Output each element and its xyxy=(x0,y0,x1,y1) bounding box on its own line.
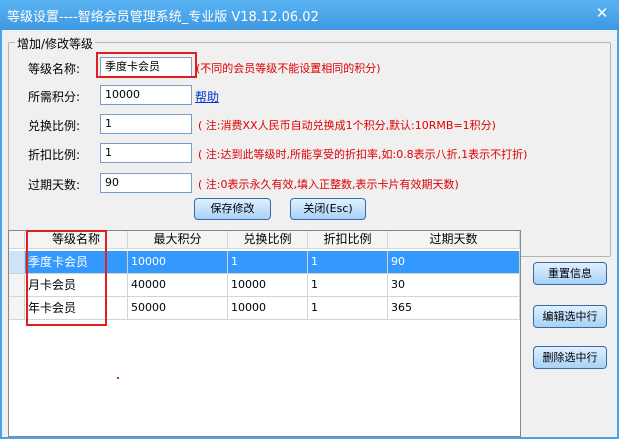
table-cell[interactable]: 50000 xyxy=(128,297,228,320)
row-indicator[interactable] xyxy=(9,297,25,320)
close-icon[interactable]: ✕ xyxy=(593,4,611,22)
table-cell[interactable]: 10000 xyxy=(228,274,308,297)
row-indicator[interactable] xyxy=(9,251,25,274)
table-cell[interactable]: 40000 xyxy=(128,274,228,297)
required-points-input[interactable]: 10000 xyxy=(100,85,192,105)
annotation-highlight-box xyxy=(96,52,197,78)
column-header[interactable]: 过期天数 xyxy=(388,231,520,249)
column-header[interactable]: 兑换比例 xyxy=(228,231,308,249)
close-button[interactable]: 关闭(Esc) xyxy=(290,198,366,220)
exchange-ratio-input[interactable]: 1 xyxy=(100,114,192,134)
groupbox-title: 增加/修改等级 xyxy=(15,35,96,52)
table-cell[interactable]: 10000 xyxy=(228,297,308,320)
discount-ratio-hint: ( 注:达到此等级时,所能享受的折扣率,如:0.8表示八折,1表示不打折) xyxy=(198,148,528,161)
expiry-days-input[interactable]: 90 xyxy=(100,173,192,193)
table-cell[interactable]: 1 xyxy=(308,274,388,297)
save-button[interactable]: 保存修改 xyxy=(194,198,271,220)
exchange-ratio-label: 兑换比例: xyxy=(28,119,81,133)
delete-selected-row-button[interactable]: 删除选中行 xyxy=(533,346,607,369)
table-cell[interactable]: 1 xyxy=(308,251,388,274)
discount-ratio-label: 折扣比例: xyxy=(28,148,81,162)
window-client-area: 增加/修改等级 等级名称: 季度卡会员 (不同的会员等级不能设置相同的积分) 所… xyxy=(2,30,617,437)
table-cell[interactable]: 10000 xyxy=(128,251,228,274)
table-cell[interactable]: 1 xyxy=(308,297,388,320)
annotation-highlight-box xyxy=(26,230,107,326)
annotation-dot xyxy=(117,377,119,379)
edit-selected-row-button[interactable]: 编辑选中行 xyxy=(533,305,607,328)
level-name-hint: (不同的会员等级不能设置相同的积分) xyxy=(196,62,381,75)
table-cell[interactable]: 90 xyxy=(388,251,520,274)
expiry-days-hint: ( 注:0表示永久有效,填入正整数,表示卡片有效期天数) xyxy=(198,178,459,191)
row-indicator-header xyxy=(9,231,25,249)
row-indicator[interactable] xyxy=(9,274,25,297)
window-title: 等级设置----智络会员管理系统_专业版 V18.12.06.02 xyxy=(7,10,319,25)
level-name-label: 等级名称: xyxy=(28,62,81,76)
reset-button[interactable]: 重置信息 xyxy=(533,262,607,285)
column-header[interactable]: 最大积分 xyxy=(128,231,228,249)
exchange-ratio-hint: ( 注:消费XX人民币自动兑换成1个积分,默认:10RMB=1积分) xyxy=(198,119,496,132)
table-cell[interactable]: 365 xyxy=(388,297,520,320)
expiry-days-label: 过期天数: xyxy=(28,178,81,192)
discount-ratio-input[interactable]: 1 xyxy=(100,143,192,163)
required-points-label: 所需积分: xyxy=(28,90,81,104)
column-header[interactable]: 折扣比例 xyxy=(308,231,388,249)
help-link[interactable]: 帮助 xyxy=(195,88,219,105)
table-cell[interactable]: 30 xyxy=(388,274,520,297)
table-cell[interactable]: 1 xyxy=(228,251,308,274)
title-bar: 等级设置----智络会员管理系统_专业版 V18.12.06.02 ✕ xyxy=(0,0,619,30)
